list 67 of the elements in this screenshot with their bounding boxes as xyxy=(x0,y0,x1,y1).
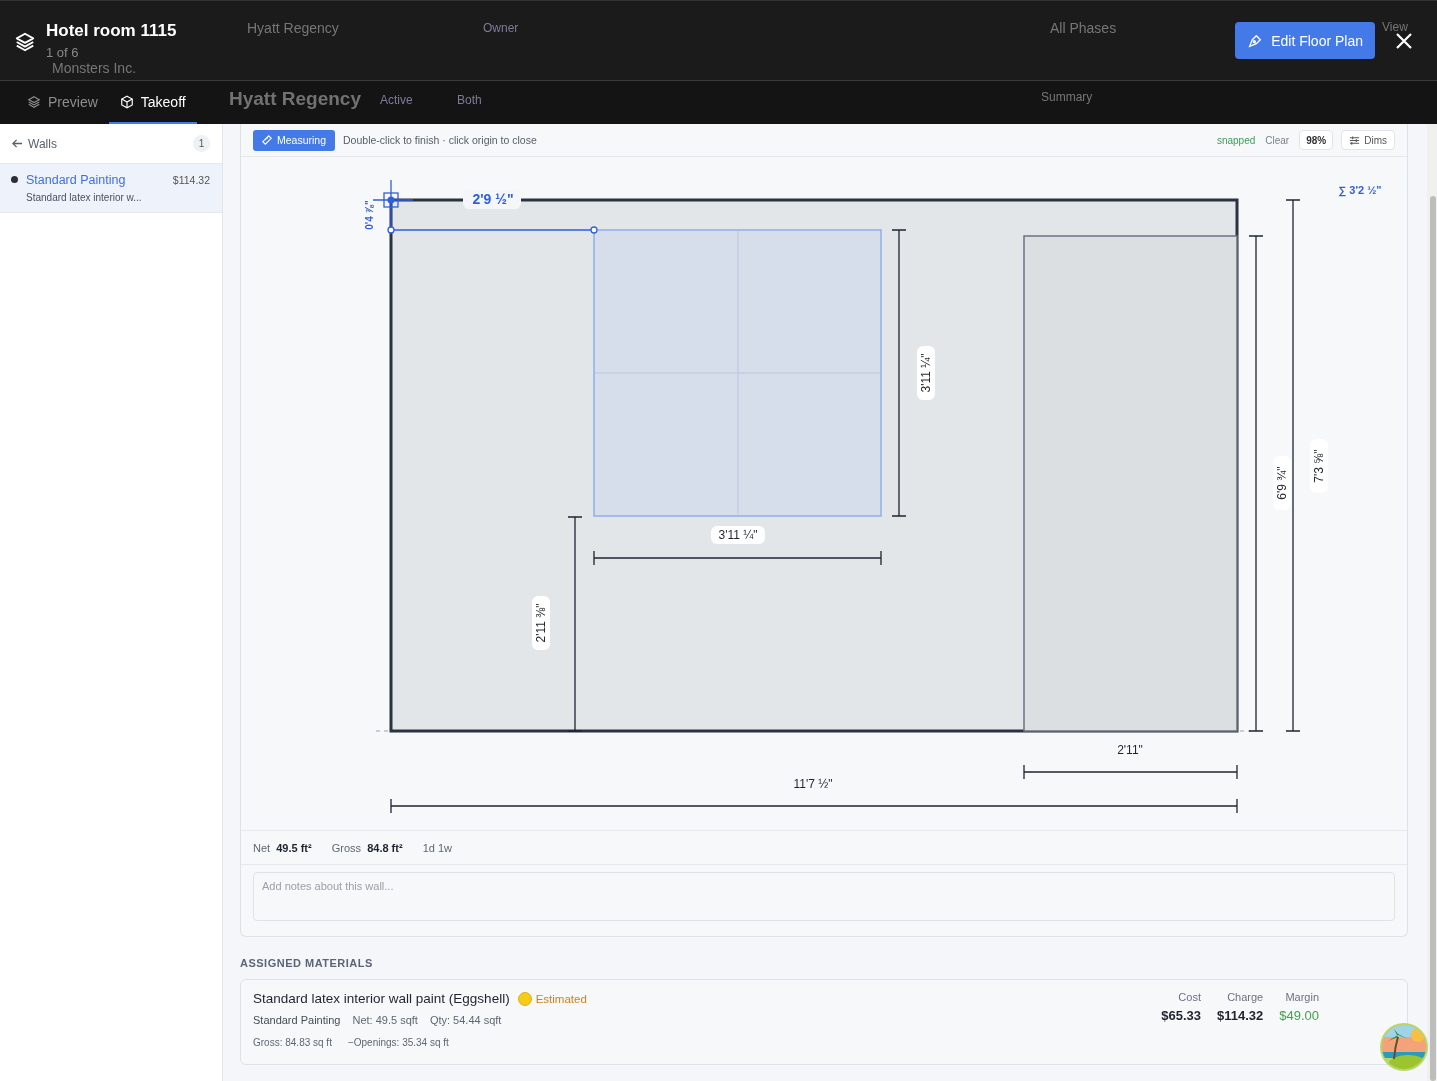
scrollbar[interactable] xyxy=(1427,124,1437,1081)
dimension-label: 2'11" xyxy=(1117,743,1143,757)
ruler-icon xyxy=(262,135,272,145)
clear-button[interactable]: Clear xyxy=(1263,134,1292,146)
status-label: Estimated xyxy=(535,992,587,1005)
total-label: ∑ 3'2 ½" xyxy=(1338,184,1382,196)
page-counter: 1 of 6 xyxy=(46,45,80,60)
figure-label: Charge xyxy=(1227,991,1264,1003)
gross-area: Gross: 84.83 sq ft xyxy=(253,1037,332,1048)
window-shape[interactable] xyxy=(593,229,882,517)
hint-text: Double-click to finish · click origin to close xyxy=(343,134,537,146)
area-stat: Net 49.5 ft² xyxy=(253,841,312,854)
background-text: Monsters Inc. xyxy=(52,60,137,76)
figure-value: $114.32 xyxy=(1216,1008,1264,1023)
tab[interactable]: Preview xyxy=(16,81,109,124)
figure-label: Margin xyxy=(1285,991,1319,1003)
layers-icon xyxy=(27,94,41,109)
sliders-icon xyxy=(1349,134,1361,146)
dimension-label: 6'9 ¾" xyxy=(1275,466,1289,500)
layers-icon xyxy=(14,30,36,53)
background-text: Both xyxy=(457,93,482,107)
section-heading: ASSIGNED MATERIALS xyxy=(240,957,374,969)
status-dot-icon xyxy=(517,991,532,1006)
item-price: $114.32 xyxy=(172,174,210,186)
pen-icon xyxy=(1247,32,1264,49)
arrow-left-icon xyxy=(12,138,23,149)
material-name: Standard latex interior wall paint (Eggshell) xyxy=(253,991,510,1006)
edit-floor-plan-button[interactable]: Edit Floor Plan xyxy=(1235,22,1375,59)
wall-list-item[interactable]: Standard Painting $114.32 Standard latex interior w... xyxy=(0,164,222,213)
dimension-label: 3'11 ¼" xyxy=(718,528,758,542)
figure-label: Cost xyxy=(1178,991,1201,1003)
background-text: Owner xyxy=(483,21,519,35)
dimension-label: 3'11 ¼" xyxy=(919,353,933,393)
duration-text: 1d 1w xyxy=(422,841,452,854)
background-text: Hyatt Regency xyxy=(247,20,339,36)
dimension-label: 11'7 ½" xyxy=(793,777,833,791)
background-text: Active xyxy=(380,93,413,107)
material-category: Standard Painting xyxy=(253,1014,341,1026)
snap-status: snapped xyxy=(1216,134,1256,146)
background-text: View xyxy=(1382,20,1408,34)
floor-plan-canvas[interactable]: 2'9 ½" 0'4 ⅞" ∑ 3'2 ½" 3'11 ¼" 3'11 ¼" 2'11 ⅜" 6'9 ¾" 7'3 ⅝" 2'11" 11'7 ½" xyxy=(241,157,1407,830)
dimension-label: 2'11 ⅜" xyxy=(534,603,548,643)
window-title: Hotel room 1115 xyxy=(46,21,177,41)
order-quantity: Qty: 54.44 sqft xyxy=(429,1014,502,1026)
background-text: All Phases xyxy=(1050,20,1117,36)
zoom-level[interactable]: 98% xyxy=(1299,130,1334,150)
dimension-label: 7'3 ⅝" xyxy=(1312,449,1326,483)
background-text: Hyatt Regency xyxy=(229,88,361,110)
close-icon[interactable] xyxy=(1395,31,1413,50)
offset-label: 0'4 ⅞" xyxy=(363,200,375,230)
notes-field[interactable]: Add notes about this wall... xyxy=(253,872,1395,921)
back-link[interactable]: Walls xyxy=(12,136,57,151)
area-stat: Gross 84.8 ft² xyxy=(331,841,403,854)
openings-area: −Openings: 35.34 sq ft xyxy=(347,1037,449,1048)
dims-button[interactable]: Dims xyxy=(1341,130,1395,150)
item-name: Standard Painting xyxy=(26,173,126,187)
door-shape[interactable] xyxy=(1023,235,1238,732)
measurement-label: 2'9 ½" xyxy=(472,191,514,207)
item-description: Standard latex interior w... xyxy=(26,192,143,203)
figure-value: $49.00 xyxy=(1279,1008,1319,1023)
background-text: Summary xyxy=(1041,90,1093,104)
figure-value: $65.33 xyxy=(1161,1008,1201,1023)
count-badge: 1 xyxy=(193,135,210,152)
bullet-icon xyxy=(11,176,18,183)
mode-badge: Measuring xyxy=(253,129,336,151)
net-quantity: Net: 49.5 sqft xyxy=(352,1014,418,1026)
cube-icon xyxy=(119,94,134,109)
